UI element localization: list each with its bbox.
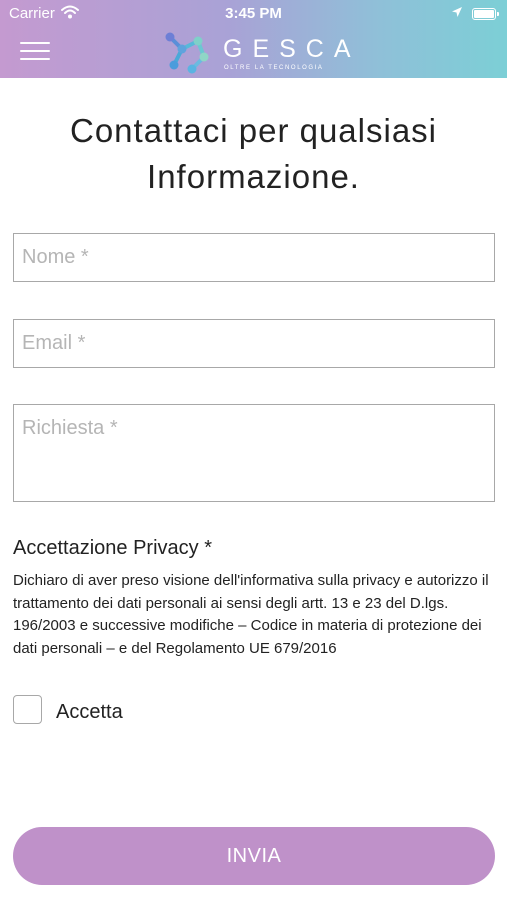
brand-tagline: OLTRE LA TECNOLOGIA <box>224 65 324 71</box>
name-input[interactable] <box>13 233 495 282</box>
molecule-logo-icon <box>165 32 209 74</box>
privacy-heading: Accettazione Privacy * <box>13 537 212 559</box>
status-bar: Carrier 3:45 PM <box>0 0 507 28</box>
page-title: Contattaci per qualsiasi Informazione. <box>0 108 507 200</box>
page-title-line2: Informazione. <box>147 158 360 195</box>
menu-button[interactable] <box>20 40 50 62</box>
submit-button[interactable]: INVIA <box>13 827 495 885</box>
request-textarea[interactable] <box>13 404 495 502</box>
accept-checkbox[interactable] <box>13 695 42 724</box>
hamburger-icon <box>20 42 50 44</box>
clock-label: 3:45 PM <box>225 5 282 22</box>
page-title-line1: Contattaci per qualsiasi <box>69 112 438 149</box>
location-arrow-icon <box>451 5 463 22</box>
app-header: Carrier 3:45 PM GESCA OLTRE LA TECNOLOGI… <box>0 0 507 78</box>
email-input[interactable] <box>13 319 495 368</box>
brand-logo: GESCA OLTRE LA TECNOLOGIA <box>160 27 351 77</box>
accept-label[interactable]: Accetta <box>56 701 123 724</box>
brand-name: GESCA <box>223 35 361 63</box>
battery-icon <box>472 8 499 20</box>
privacy-statement: Dichiaro di aver preso visione dell'info… <box>13 572 489 657</box>
